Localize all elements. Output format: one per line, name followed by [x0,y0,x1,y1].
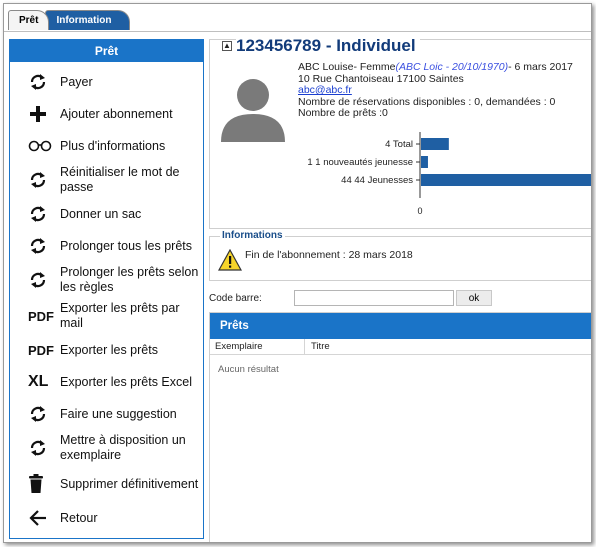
chart-category-label: 1 1 nouveautés jeunesse [307,157,413,168]
barcode-label: Code barre: [209,292,262,304]
tab-pret[interactable]: Prêt [8,10,50,30]
patron-name: ABC Louise- Femme [298,61,396,73]
informations-message: Fin de l'abonnement : 28 mars 2018 [245,249,413,261]
column-titre[interactable]: Titre [305,341,330,352]
glasses-icon [28,139,60,153]
sidebar-item-label: Prolonger tous les prêts [60,238,193,253]
arrow-left-icon [28,509,60,527]
sidebar-item-donner-sac[interactable]: Donner un sac [10,198,203,230]
sidebar-item-label: Faire une suggestion [60,406,177,421]
refresh-icon [28,72,60,92]
sidebar-item-prolonger-tous[interactable]: Prolonger tous les prêts [10,230,203,262]
patron-alt-name: (ABC Loic - 20/10/1970) [395,61,509,73]
sidebar-item-label: Exporter les prêts Excel [60,374,192,389]
refresh-icon [28,236,60,256]
loans-title: Prêts [210,313,591,339]
sidebar-item-exporter-excel[interactable]: XL Exporter les prêts Excel [10,366,203,398]
sidebar-item-label: Ajouter abonnement [60,106,173,121]
refresh-icon [28,170,60,190]
sidebar-item-suggestion[interactable]: Faire une suggestion [10,398,203,430]
sidebar-item-label: Prolonger les prêts selon les règles [60,265,199,294]
sidebar-item-label: Donner un sac [60,206,142,221]
sidebar-title: Prêt [10,40,203,62]
sidebar-item-ajouter-abonnement[interactable]: Ajouter abonnement [10,98,203,130]
sidebar-item-retour[interactable]: Retour [10,502,203,534]
sidebar-item-label: Retour [60,510,98,525]
chart-x-tick-label: 0 [417,206,422,216]
empty-result: Aucun résultat [218,364,279,375]
sidebar-item-mettre-disposition[interactable]: Mettre à disposition un exemplaire [10,430,203,466]
tab-bar: Prêt Information [8,10,131,32]
sidebar-item-label: Payer [60,74,93,89]
sidebar-item-label: Réinitialiser le mot de passe [60,165,180,194]
app-window: Prêt Information Prêt Payer Ajouter abon… [3,3,592,543]
patron-loans-count: Nombre de prêts :0 [298,107,388,119]
main-panel: ▲ 123456789 - Individuel ABC Louise- Fem… [209,36,591,542]
chart-category-label: 4 Total [385,139,413,150]
pdf-icon: PDF [28,342,54,358]
excel-icon: XL [28,373,49,390]
patron-title: 123456789 - Individuel [236,36,420,56]
sidebar-item-exporter-mail[interactable]: PDF Exporter les prêts par mail [10,298,203,334]
sidebar-item-label: Exporter les prêts [60,342,158,357]
sidebar-item-label: Mettre à disposition un exemplaire [60,433,186,462]
patron-date: - 6 mars 2017 [508,61,573,73]
sidebar-item-payer[interactable]: Payer [10,66,203,98]
collapse-icon[interactable]: ▲ [222,41,232,51]
sidebar-item-supprimer[interactable]: Supprimer définitivement [10,466,203,502]
informations-legend: Informations [220,230,285,241]
tab-divider [4,31,591,32]
barcode-input[interactable] [294,290,454,306]
loans-panel: Prêts Exemplaire Titre Aucun résultat [209,312,591,542]
warning-icon [217,248,243,274]
chart-bar [421,174,591,186]
chart-category-label: 44 44 Jeunesses [341,175,413,186]
sidebar-item-label: Exporter les prêts par mail [60,301,180,330]
barcode-row: Code barre: ok [209,288,591,308]
ok-button[interactable]: ok [456,290,492,306]
pdf-icon: PDF [28,308,54,324]
chart-bar [421,156,428,168]
refresh-icon [28,204,60,224]
sidebar-item-prolonger-regles[interactable]: Prolonger les prêts selon les règles [10,262,203,298]
refresh-icon [28,404,60,424]
chart-bar [421,138,449,150]
patron-info: ABC Louise- Femme(ABC Loic - 20/10/1970)… [298,61,573,120]
informations-box: Informations Fin de l'abonnement : 28 ma… [209,230,591,281]
sidebar-item-exporter-prets[interactable]: PDF Exporter les prêts [10,334,203,366]
sidebar-item-label: Plus d'informations [60,138,166,153]
refresh-icon [28,438,60,458]
loans-chart: 4 Total 1 1 nouveautés jeunesse 44 44 Jeun… [270,130,591,220]
refresh-icon [28,270,60,290]
trash-icon [28,474,60,494]
sidebar-item-reinitialiser-mot-de-passe[interactable]: Réinitialiser le mot de passe [10,162,203,198]
plus-icon [28,104,60,124]
sidebar: Prêt Payer Ajouter abonnement Plus d'inf… [9,39,204,539]
column-exemplaire[interactable]: Exemplaire [210,339,305,354]
patron-email-link[interactable]: abc@abc.fr [298,84,352,96]
sidebar-menu: Payer Ajouter abonnement Plus d'informat… [10,62,203,534]
chart-svg: 4 Total 1 1 nouveautés jeunesse 44 44 Jeun… [307,132,591,216]
patron-name-line: ABC Louise- Femme(ABC Loic - 20/10/1970)… [298,61,573,74]
patron-panel: ▲ 123456789 - Individuel ABC Louise- Fem… [209,36,591,229]
tab-information[interactable]: Information [45,10,131,30]
loans-table-header: Exemplaire Titre [210,339,591,355]
sidebar-item-plus-informations[interactable]: Plus d'informations [10,130,203,162]
sidebar-item-label: Supprimer définitivement [60,476,199,491]
